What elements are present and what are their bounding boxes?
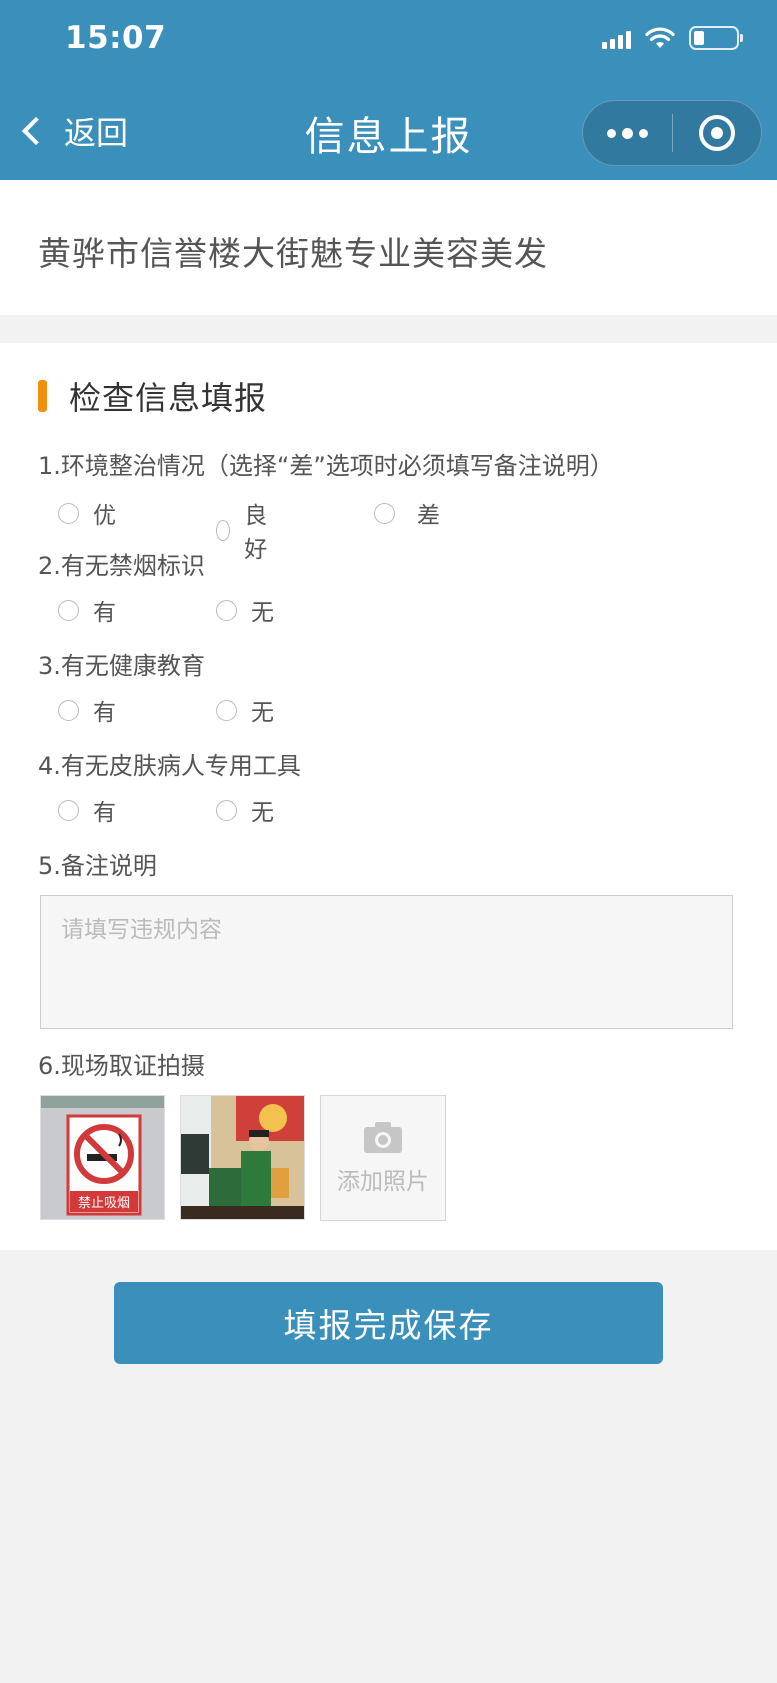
radio-icon[interactable] bbox=[216, 799, 237, 821]
radio-icon[interactable] bbox=[58, 799, 79, 821]
more-icon bbox=[607, 128, 616, 138]
question-environment-label: 1.环境整治情况（选择“差”选项时必须填写备注说明） bbox=[38, 452, 614, 480]
question-no-smoking-sign-label: 2.有无禁烟标识 bbox=[38, 552, 205, 580]
option-good[interactable]: 良好 bbox=[216, 496, 274, 564]
section-header: 检查信息填报 bbox=[38, 373, 267, 419]
status-icons bbox=[602, 26, 743, 50]
no-smoking-sign-photo[interactable]: 禁止吸烟 bbox=[40, 1095, 165, 1220]
battery-level bbox=[694, 31, 704, 45]
mini-program-capsule bbox=[582, 100, 762, 166]
radio-icon[interactable] bbox=[58, 699, 79, 721]
battery-icon bbox=[689, 26, 743, 50]
inspection-form: 检查信息填报 1.环境整治情况（选择“差”选项时必须填写备注说明） 优 良好 差… bbox=[0, 343, 777, 1250]
option-yes[interactable]: 有 bbox=[58, 693, 116, 727]
option-excellent[interactable]: 优 bbox=[58, 496, 116, 530]
more-button[interactable] bbox=[583, 101, 672, 165]
wifi-icon bbox=[645, 27, 675, 48]
target-icon bbox=[698, 115, 735, 151]
radio-icon[interactable] bbox=[216, 599, 237, 621]
close-mini-program-button[interactable] bbox=[673, 101, 761, 165]
shop-name: 黄骅市信誉楼大街魅专业美容美发 bbox=[38, 234, 548, 273]
top-bar: 15:07 返回 信息上报 bbox=[0, 0, 777, 180]
section-title: 检查信息填报 bbox=[69, 379, 268, 417]
question-skin-disease-tools-label: 4.有无皮肤病人专用工具 bbox=[38, 752, 301, 780]
option-no[interactable]: 无 bbox=[216, 793, 274, 827]
radio-icon[interactable] bbox=[58, 599, 79, 621]
remark-placeholder: 请填写违规内容 bbox=[61, 917, 222, 943]
photo-list: 禁止吸烟 添加照片 bbox=[40, 1095, 446, 1221]
shop-card: 黄骅市信誉楼大街魅专业美容美发 bbox=[0, 180, 777, 315]
no-smoking-sign-image: 禁止吸烟 bbox=[41, 1096, 164, 1219]
option-poor[interactable]: 差 bbox=[374, 496, 440, 530]
camera-icon bbox=[364, 1122, 402, 1153]
option-no[interactable]: 无 bbox=[216, 593, 274, 627]
option-yes[interactable]: 有 bbox=[58, 793, 116, 827]
question-health-education-label: 3.有无健康教育 bbox=[38, 652, 205, 680]
radio-icon[interactable] bbox=[216, 699, 237, 721]
submit-save-button[interactable]: 填报完成保存 bbox=[114, 1282, 663, 1364]
radio-icon[interactable] bbox=[374, 502, 395, 524]
radio-icon[interactable] bbox=[216, 519, 231, 541]
signal-icon bbox=[602, 27, 631, 49]
remark-label: 5.备注说明 bbox=[38, 852, 157, 880]
sign-text: 禁止吸烟 bbox=[78, 1196, 130, 1211]
photo-evidence-label: 6.现场取证拍摄 bbox=[38, 1052, 205, 1080]
option-yes[interactable]: 有 bbox=[58, 593, 116, 627]
radio-icon[interactable] bbox=[58, 502, 79, 524]
option-no[interactable]: 无 bbox=[216, 693, 274, 727]
shop-staff-image bbox=[181, 1096, 304, 1219]
section-accent-bar bbox=[38, 380, 47, 412]
add-photo-label: 添加照片 bbox=[337, 1169, 429, 1195]
status-time: 15:07 bbox=[65, 20, 167, 56]
shop-staff-photo[interactable] bbox=[180, 1095, 305, 1220]
add-photo-button[interactable]: 添加照片 bbox=[320, 1095, 446, 1221]
remark-textarea[interactable]: 请填写违规内容 bbox=[40, 895, 733, 1029]
